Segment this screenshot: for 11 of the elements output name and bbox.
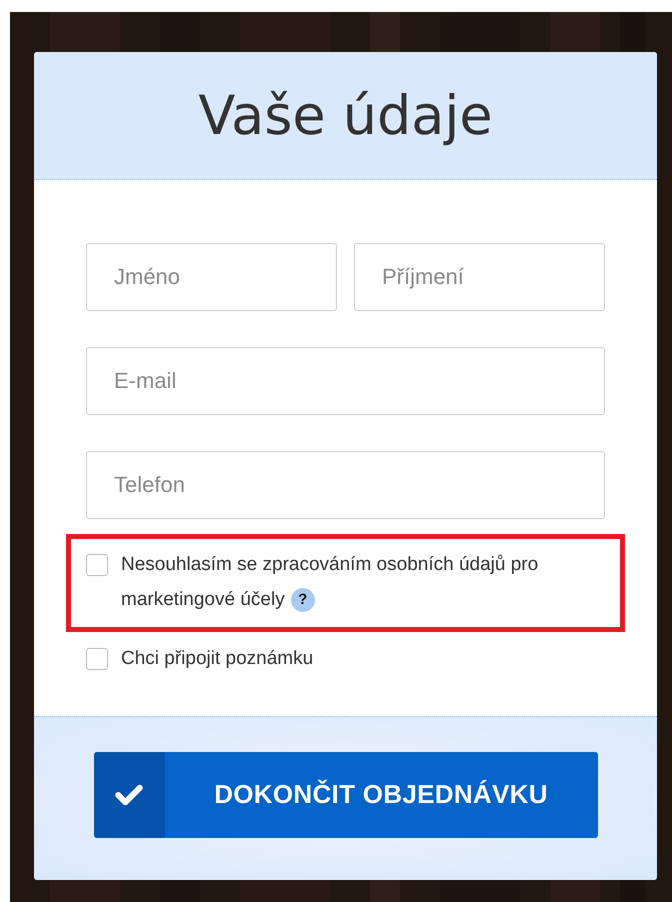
- checkbox-label: Nesouhlasím se zpracováním osobních údajů pro marketingové účely ?: [121, 553, 540, 614]
- checkbox[interactable]: [86, 648, 108, 670]
- checkmark-icon: [114, 782, 144, 806]
- input-field[interactable]: Telefon: [86, 451, 605, 519]
- input-field[interactable]: E-mail: [86, 347, 605, 415]
- help-icon[interactable]: ?: [290, 588, 315, 612]
- checkbox-label: Chci připojit poznámku: [121, 647, 314, 671]
- input-field[interactable]: Příjmení: [354, 243, 605, 311]
- checkbox[interactable]: [86, 554, 108, 576]
- input-field[interactable]: Jméno: [86, 243, 337, 311]
- submit-button[interactable]: DOKONČIT OBJEDNÁVKU: [94, 752, 598, 838]
